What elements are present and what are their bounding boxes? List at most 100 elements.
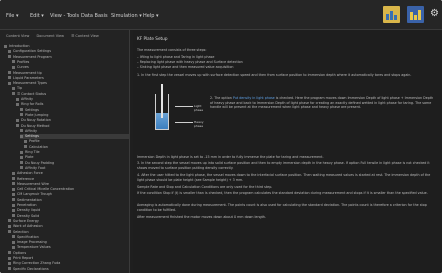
tree-node-icon: [20, 166, 23, 170]
sidebar-item[interactable]: CM Langmuir Trough: [12, 192, 129, 197]
tree-node-icon: [12, 92, 15, 96]
bar-chart-icon[interactable]: [383, 6, 400, 23]
sidebar-item[interactable]: Calculation: [24, 145, 129, 150]
option-link[interactable]: Put density in light phase: [233, 96, 275, 100]
sidebar-item-label: Settings: [25, 134, 39, 139]
tree-node-icon: [16, 118, 19, 122]
sidebar-item[interactable]: Specification: [12, 234, 129, 240]
sidebar-item[interactable]: Liquid Parameters: [8, 76, 129, 81]
sidebar-item[interactable]: Affinity: [20, 129, 129, 134]
step-3-text: Immersion Depth in light phase is set to…: [137, 155, 324, 159]
tree-node-icon: [8, 224, 11, 228]
sidebar-item[interactable]: Settings: [20, 134, 129, 140]
sidebar-item[interactable]: Measurement tip: [8, 70, 129, 76]
tree-node-icon: [8, 81, 11, 85]
sidebar-item[interactable]: Introduction: [4, 44, 129, 49]
tab-content-view-alt[interactable]: ☰ Content View: [71, 34, 99, 38]
sidebar-item[interactable]: Selection: [8, 230, 129, 235]
menu-file[interactable]: File ▾: [6, 11, 18, 21]
intro-text: The measurement consists of three steps:: [137, 48, 207, 52]
sidebar-item[interactable]: Temperature Values: [12, 245, 129, 250]
sidebar-item[interactable]: Ring Correction Zhang Fuda: [8, 261, 129, 266]
menu-edit[interactable]: Edit ▾: [30, 11, 44, 21]
arrow-line: [175, 122, 193, 123]
sidebar-item-label: Ring Tile: [25, 150, 40, 154]
sidebar-item[interactable]: Affinity Foot: [20, 166, 129, 171]
menu-help[interactable]: Help ▾: [143, 11, 159, 21]
sidebar-item-label: Plate Jumping: [25, 112, 49, 117]
sidebar-item[interactable]: Reference: [12, 177, 129, 182]
menu-view-tools[interactable]: View - Tools: [50, 11, 79, 21]
sidebar-item[interactable]: Settings: [20, 108, 129, 113]
sidebar-item-label: Cell Critical Micelle Concentration: [17, 187, 75, 192]
sidebar-item[interactable]: Adhesion Force: [12, 171, 129, 176]
tree-node-icon: [24, 145, 27, 149]
sidebar-item[interactable]: Profiles: [12, 60, 129, 65]
sidebar-item-label: ☰ Contact Status: [17, 91, 47, 96]
gear-icon[interactable]: ⚙: [430, 9, 440, 19]
app-window: File ▾ Edit ▾ View - Tools Data Basis Si…: [0, 0, 442, 273]
sidebar-item-label: Image Processing: [17, 240, 47, 245]
step-9-text: After measurement finished the motor mov…: [137, 215, 267, 219]
tree-node-icon: [12, 245, 15, 249]
tree-node-icon: [12, 240, 15, 244]
sidebar-item[interactable]: Configuration Settings: [8, 49, 129, 54]
vessel-shape: [155, 84, 169, 130]
sidebar-item[interactable]: Options: [8, 251, 129, 256]
sidebar-item[interactable]: Penetration: [12, 203, 129, 208]
sidebar-item[interactable]: Sedimentation: [12, 197, 129, 203]
sidebar-item[interactable]: Plate Jumping: [20, 112, 129, 118]
sidebar-item[interactable]: Du Nouy Rotation: [16, 118, 129, 123]
step-5-text: 4. After the user hitted to the light ph…: [137, 173, 431, 182]
sidebar-item[interactable]: Density liquid: [12, 208, 129, 213]
sidebar-item[interactable]: Curves: [12, 65, 129, 70]
sidebar-item-label: Measurement tip: [13, 70, 42, 75]
bar-chart-icon[interactable]: [407, 6, 424, 23]
sidebar-item[interactable]: ☰ Contact Status: [12, 91, 129, 97]
tree-node-icon: [8, 49, 11, 53]
tree-node-icon: [8, 230, 11, 233]
sidebar-item[interactable]: Ring Tile: [20, 150, 129, 155]
sidebar-item[interactable]: Measurement Wire: [12, 182, 129, 187]
menu-simulation[interactable]: Simulation ▾: [111, 11, 142, 21]
menu-data-basis[interactable]: Data Basis: [81, 11, 108, 21]
sidebar-item[interactable]: Du Nouy Padding: [20, 161, 129, 166]
sidebar-item[interactable]: Density Solid: [12, 213, 129, 219]
tree-node-icon: [20, 108, 23, 112]
tab-content-view[interactable]: Content View: [6, 34, 29, 38]
sidebar-item-label: Print Report: [13, 256, 34, 260]
tree-node-icon: [12, 86, 15, 90]
sidebar-item[interactable]: Du Nouy Method: [16, 124, 129, 129]
sidebar-item[interactable]: Cell Critical Micelle Concentration: [12, 187, 129, 192]
sidebar-item-label: Curves: [17, 65, 29, 70]
sidebar-item-label: Work of Adhesion: [13, 224, 43, 229]
sidebar-item[interactable]: Work of Adhesion: [8, 224, 129, 229]
sidebar-item-label: Surface Energy: [13, 218, 39, 223]
sidebar-item[interactable]: Profile: [24, 139, 129, 144]
sidebar-item[interactable]: Print Report: [8, 256, 129, 261]
sidebar-item-label: Measurement Program: [13, 54, 52, 59]
sidebar-item-label: Specification: [17, 234, 39, 239]
sidebar-item-label: Profile: [29, 139, 40, 144]
sidebar-item-label: Temperature Values: [17, 245, 51, 250]
tree-node-icon: [8, 256, 11, 260]
sidebar-item[interactable]: Specific Declarations: [8, 267, 129, 272]
sidebar-item[interactable]: Plate: [20, 155, 129, 160]
sidebar-item-label: Introduction: [9, 44, 30, 48]
tree-node-icon: [20, 161, 23, 165]
sidebar-item-label: Sedimentation: [17, 197, 42, 202]
tree-node-icon: [12, 198, 15, 202]
plate-illustration: Light phase Heavy phase: [141, 84, 204, 136]
sidebar-item-label: Density Solid: [17, 213, 40, 218]
sidebar-item[interactable]: Tip: [12, 86, 129, 91]
sidebar-item[interactable]: Surface Energy: [8, 218, 129, 224]
sidebar-item[interactable]: Affinity: [16, 97, 129, 102]
tree-node-icon: [16, 124, 19, 127]
sidebar-item[interactable]: Measurement Program: [8, 54, 129, 60]
sidebar-item[interactable]: Ring for Rolls: [16, 102, 129, 107]
sidebar-item[interactable]: Image Processing: [12, 240, 129, 245]
sidebar-item[interactable]: Measurement Types: [8, 81, 129, 86]
tree-node-icon: [12, 214, 15, 218]
tab-document-view[interactable]: Document View: [36, 34, 64, 38]
tree-node-icon: [8, 71, 11, 74]
